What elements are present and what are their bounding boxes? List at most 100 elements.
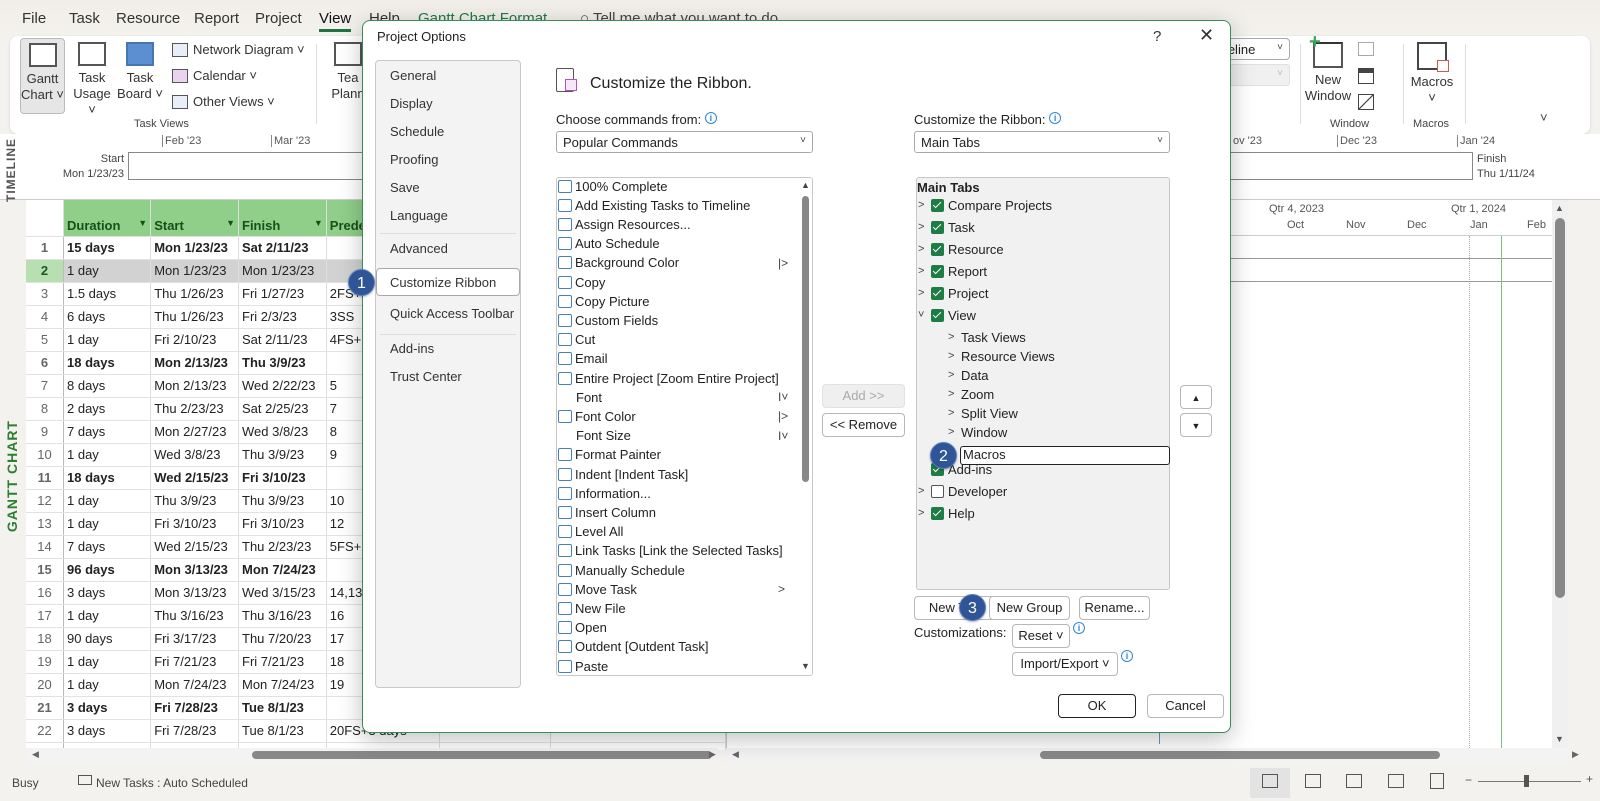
finish-cell[interactable]: Tue 8/1/23 (238, 719, 327, 743)
start-cell[interactable]: Thu 1/26/23 (150, 305, 239, 329)
duration-cell[interactable]: 6 days (63, 305, 152, 329)
tree-item[interactable]: > Resource Views (948, 347, 1055, 365)
scroll-right-icon[interactable]: ▶ (1572, 749, 1579, 760)
row-number[interactable]: 16 (26, 581, 64, 605)
start-cell[interactable]: Mon 7/24/23 (150, 673, 239, 697)
command-item[interactable]: Email (558, 350, 608, 368)
duration-cell[interactable]: 1 day (63, 604, 152, 628)
start-cell[interactable]: Mon 2/13/23 (150, 374, 239, 398)
checkbox[interactable] (931, 484, 944, 498)
duration-cell[interactable]: 7 days (63, 535, 152, 559)
duration-cell[interactable]: 3 days (63, 581, 152, 605)
duration-cell[interactable]: 1 day (63, 259, 152, 283)
command-item[interactable]: Auto Schedule (558, 235, 660, 253)
command-item[interactable]: New File (558, 599, 626, 617)
duration-cell[interactable]: 18 days (63, 466, 152, 490)
command-item[interactable]: 100% Complete (558, 177, 668, 195)
zoom-slider-thumb[interactable] (1524, 775, 1530, 787)
chevron-right-icon[interactable]: > (918, 243, 928, 255)
tree-item[interactable]: Add-ins (918, 460, 992, 478)
new-window-button[interactable]: + New Window (1302, 32, 1354, 104)
command-item[interactable]: Manually Schedule (558, 561, 685, 579)
start-cell[interactable]: Mon 3/13/23 (150, 581, 239, 605)
start-cell[interactable]: Fri 7/28/23 (150, 696, 239, 720)
finish-cell[interactable]: Fri 3/10/23 (238, 466, 327, 490)
info-icon[interactable]: i (1073, 622, 1085, 637)
row-number[interactable]: 18 (26, 627, 64, 651)
command-item[interactable]: Level All (558, 523, 623, 541)
nav-schedule[interactable]: Schedule (390, 124, 444, 139)
scroll-left-icon[interactable]: ◀ (732, 749, 739, 760)
duration-cell[interactable]: 90 days (63, 627, 152, 651)
customize-ribbon-select[interactable]: Main Tabs ˅ (914, 131, 1170, 153)
chevron-right-icon[interactable]: > (948, 369, 958, 381)
tree-item[interactable]: > Window (948, 423, 1007, 441)
menu-task[interactable]: Task (69, 10, 100, 27)
finish-cell[interactable]: Thu 3/16/23 (238, 604, 327, 628)
menu-report[interactable]: Report (194, 10, 239, 27)
command-item[interactable]: Copy Picture (558, 292, 649, 310)
submenu-indicator-icon[interactable]: I˅ (778, 390, 788, 404)
submenu-indicator-icon[interactable]: |> (778, 256, 788, 270)
column-header-start[interactable]: Start ▼ (150, 200, 239, 237)
command-item[interactable]: Add Existing Tasks to Timeline (558, 196, 750, 214)
other-views-button[interactable]: Other Views ˅ (172, 94, 275, 109)
zoom-out-icon[interactable]: − (1465, 773, 1472, 787)
reset-button[interactable]: Reset ˅ (1012, 624, 1070, 648)
command-item[interactable]: Font (558, 388, 602, 406)
finish-cell[interactable]: Thu 2/23/23 (238, 535, 327, 559)
command-item[interactable]: Copy (558, 273, 605, 291)
tree-item[interactable]: > Split View (948, 404, 1018, 422)
rename-button[interactable]: Rename... (1079, 596, 1150, 620)
command-item[interactable]: Background Color (558, 254, 679, 272)
command-item[interactable]: Entire Project [Zoom Entire Project] (558, 369, 779, 387)
tree-item[interactable]: > Resource (918, 240, 1004, 258)
submenu-indicator-icon[interactable]: I˅ (778, 429, 788, 443)
row-number[interactable]: 22 (26, 719, 64, 743)
chevron-down-icon[interactable]: ˅ (918, 309, 928, 321)
finish-cell[interactable]: Thu 7/20/23 (238, 627, 327, 651)
chevron-right-icon[interactable]: > (918, 287, 928, 299)
duration-cell[interactable]: 7 days (63, 420, 152, 444)
finish-cell[interactable]: Fri 1/27/23 (238, 282, 327, 306)
row-number[interactable]: 9 (26, 420, 64, 444)
resource-sheet-view-icon[interactable] (1388, 774, 1404, 788)
command-item[interactable]: Move Task (558, 580, 637, 598)
nav-proofing[interactable]: Proofing (390, 152, 438, 167)
ok-button[interactable]: OK (1058, 694, 1136, 718)
remove-button[interactable]: << Remove (822, 413, 905, 437)
new-group-button[interactable]: New Group (989, 596, 1070, 620)
row-number[interactable]: 20 (26, 673, 64, 697)
macros-button[interactable]: Macros ˅ (1406, 42, 1458, 106)
tree-item[interactable]: > Task Views (948, 328, 1026, 346)
row-number[interactable]: 2 (26, 259, 64, 283)
tree-item[interactable]: ˅ View (918, 306, 976, 324)
start-cell[interactable]: Thu 2/23/23 (150, 397, 239, 421)
command-item[interactable]: Link Tasks [Link the Selected Tasks] (558, 542, 783, 560)
start-cell[interactable]: Mon 2/13/23 (150, 351, 239, 375)
task-usage-view-icon[interactable] (1305, 774, 1321, 788)
column-header-duration[interactable]: Duration ▼ (63, 200, 152, 237)
chevron-right-icon[interactable]: > (918, 485, 928, 497)
command-item[interactable]: Open (558, 619, 607, 637)
nav-add-ins[interactable]: Add-ins (390, 341, 434, 356)
finish-cell[interactable]: Sat 2/11/23 (238, 328, 327, 352)
row-number[interactable]: 12 (26, 489, 64, 513)
nav-save[interactable]: Save (390, 180, 420, 195)
start-cell[interactable]: Mon 1/23/23 (150, 259, 239, 283)
start-cell[interactable]: Wed 2/15/23 (150, 535, 239, 559)
chevron-right-icon[interactable]: > (948, 407, 958, 419)
finish-cell[interactable]: Wed 3/15/23 (238, 581, 327, 605)
row-number[interactable]: 5 (26, 328, 64, 352)
duration-cell[interactable]: 1 day (63, 489, 152, 513)
checkbox[interactable] (931, 264, 944, 278)
tree-item[interactable]: > Report (918, 262, 987, 280)
move-down-button[interactable]: ▼ (1180, 413, 1212, 437)
command-item[interactable]: Format Painter (558, 446, 661, 464)
duration-cell[interactable]: 15 days (63, 236, 152, 260)
start-cell[interactable]: Fri 2/10/23 (150, 328, 239, 352)
finish-cell[interactable]: Fri 2/3/23 (238, 305, 327, 329)
duration-cell[interactable]: 1 day (63, 512, 152, 536)
checkbox[interactable] (931, 242, 944, 256)
duration-cell[interactable]: 1 day (63, 650, 152, 674)
